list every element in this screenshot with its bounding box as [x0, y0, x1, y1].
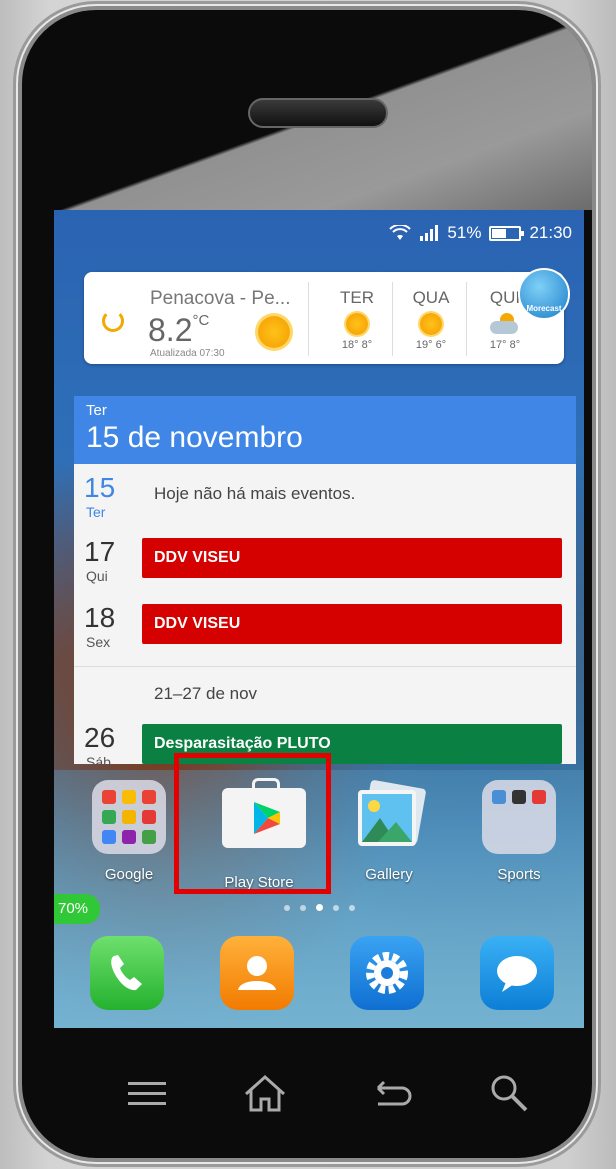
google-folder-icon [92, 780, 166, 854]
agenda-day-number: 17 [84, 536, 116, 567]
battery-percent: 51% [447, 223, 482, 242]
earpiece-speaker [248, 98, 388, 128]
sun-icon [420, 313, 442, 335]
hardware-nav-bar [22, 1050, 592, 1130]
sun-icon [346, 313, 368, 335]
contacts-icon [238, 956, 276, 990]
calendar-agenda: 15 Ter Hoje não há mais eventos. 17 Qui … [74, 464, 576, 764]
agenda-week-range: 21–27 de nov [154, 684, 258, 703]
forecast-day: QUA 19° 6° [398, 288, 464, 351]
agenda-day-number: 26 [84, 722, 116, 753]
search-icon[interactable] [484, 1068, 534, 1118]
forecast-range: 19° 6° [415, 339, 447, 351]
forecast-day-name: QUA [412, 288, 450, 307]
play-store-highlight [174, 753, 331, 894]
agenda-day-name: Sáb [86, 754, 111, 764]
agenda-day-number: 15 [84, 472, 116, 503]
calendar-header[interactable]: Ter 15 de novembro [74, 396, 576, 464]
status-bar: 51% 21:30 [389, 222, 572, 244]
page-dot[interactable] [332, 905, 339, 911]
agenda-day-number: 18 [84, 602, 116, 633]
sun-icon [258, 316, 290, 348]
phone-app[interactable] [90, 936, 164, 1010]
sports-folder-icon [482, 780, 556, 854]
phone-frame: 51% 21:30 Penacova - Pe... 8.2°C Atualiz… [18, 6, 596, 1162]
forecast-day-name: TER [340, 288, 374, 307]
gallery-icon [352, 780, 426, 854]
agenda-day[interactable]: 15 Ter Hoje não há mais eventos. [74, 470, 576, 526]
current-temperature: 8.2°C [148, 312, 209, 349]
divider [74, 666, 576, 667]
app-sports-folder[interactable]: Sports [454, 780, 584, 883]
agenda-empty-text: Hoje não há mais eventos. [154, 484, 356, 503]
dock [54, 932, 584, 1022]
page-dot-active[interactable] [315, 904, 323, 911]
agenda-day-name: Sex [86, 634, 111, 650]
divider [308, 282, 309, 356]
message-bubble-icon [497, 956, 537, 992]
page-dot[interactable] [348, 905, 355, 911]
settings-app[interactable] [350, 936, 424, 1010]
morecast-logo[interactable]: Morecast [518, 268, 570, 320]
signal-icon [420, 225, 439, 241]
forecast-range: 18° 8° [341, 339, 373, 351]
clock: 21:30 [529, 223, 572, 242]
weather-updated: Atualizada 07:30 [150, 348, 225, 359]
temperature-unit: °C [192, 312, 210, 329]
wifi-icon [389, 225, 412, 240]
home-screen: 51% 21:30 Penacova - Pe... 8.2°C Atualiz… [54, 210, 584, 1028]
temperature-value: 8.2 [148, 312, 193, 348]
calendar-event[interactable]: DDV VISEU [142, 538, 562, 578]
forecast-day: TER 18° 8° [324, 288, 390, 351]
app-label: Sports [497, 866, 541, 883]
app-gallery[interactable]: Gallery [324, 780, 454, 883]
calendar-event[interactable]: DDV VISEU [142, 604, 562, 644]
page-indicator[interactable] [54, 898, 584, 916]
forecast-range: 17° 8° [489, 339, 521, 351]
page-dot[interactable] [299, 905, 306, 911]
agenda-week: 21–27 de nov [74, 682, 576, 712]
agenda-day: 18 Sex DDV VISEU [74, 602, 576, 658]
refresh-icon[interactable] [102, 310, 124, 332]
page-dot[interactable] [283, 905, 290, 911]
battery-icon [489, 225, 525, 241]
agenda-day-name: Qui [86, 568, 108, 584]
weather-widget[interactable]: Penacova - Pe... 8.2°C Atualizada 07:30 … [84, 272, 564, 364]
contacts-app[interactable] [220, 936, 294, 1010]
back-icon[interactable] [364, 1068, 414, 1118]
calendar-header-date: 15 de novembro [86, 421, 303, 454]
phone-icon [111, 955, 142, 991]
battery-badge: 70% [54, 894, 100, 924]
menu-icon[interactable] [122, 1068, 172, 1118]
app-label: Gallery [365, 866, 413, 883]
gear-icon [366, 952, 408, 994]
agenda-day: 17 Qui DDV VISEU [74, 536, 576, 592]
calendar-widget[interactable]: Ter 15 de novembro 15 Ter Hoje não há ma… [74, 396, 576, 764]
home-icon[interactable] [240, 1068, 290, 1118]
divider [466, 282, 467, 356]
partly-cloudy-icon [490, 313, 520, 335]
agenda-day-name: Ter [86, 504, 106, 520]
calendar-header-dow: Ter [86, 402, 107, 419]
messages-app[interactable] [480, 936, 554, 1010]
weather-location: Penacova - Pe... [150, 288, 291, 309]
divider [392, 282, 393, 356]
